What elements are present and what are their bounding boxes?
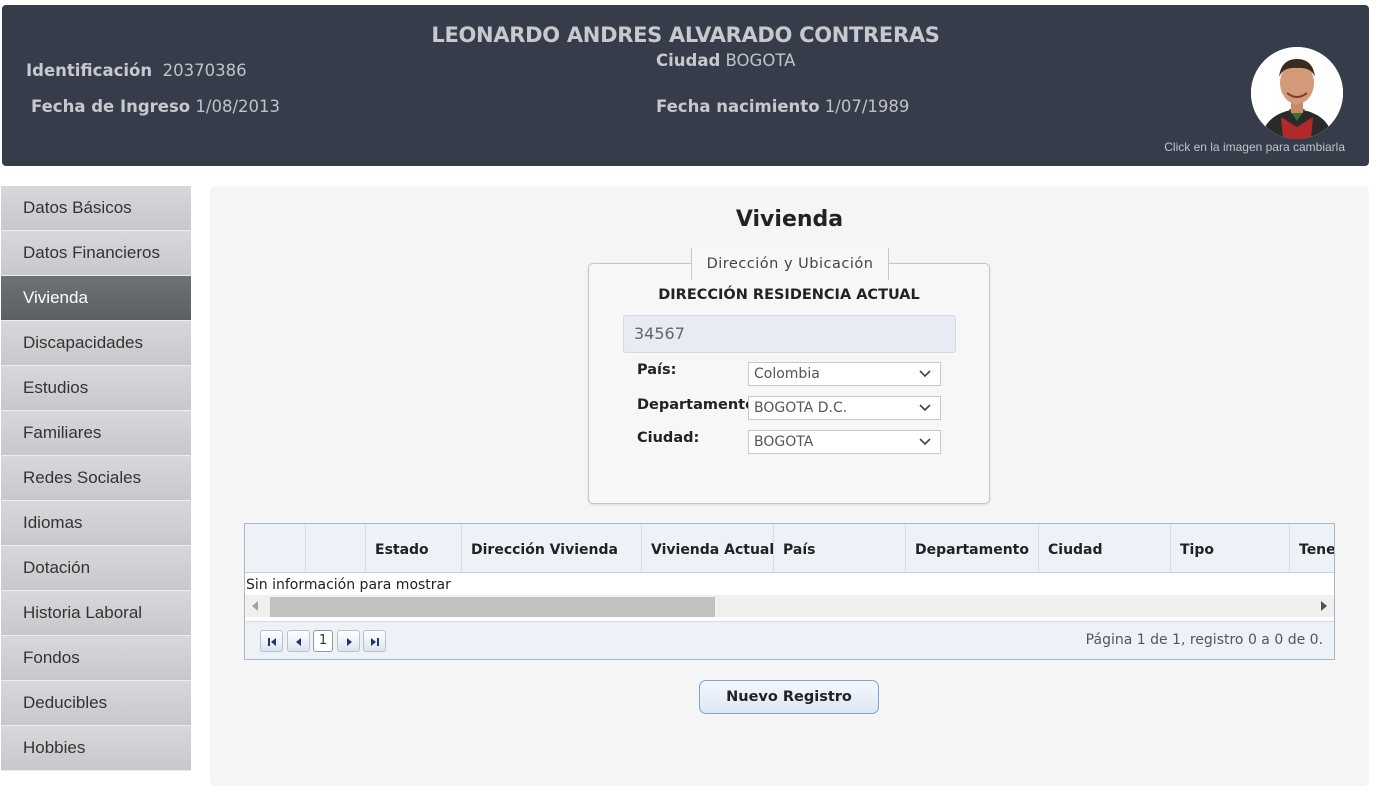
ciudad-field: Ciudad BOGOTA (656, 51, 795, 70)
column-header-blank-1[interactable] (245, 524, 306, 573)
departamento-select[interactable]: BOGOTA D.C. (748, 396, 941, 420)
first-page-icon (268, 638, 276, 646)
sidebar-item-discapacidades[interactable]: Discapacidades (1, 321, 191, 366)
ciudad-select-value: BOGOTA (754, 434, 814, 450)
chevron-down-icon (919, 370, 931, 378)
sidebar-nav: Datos Básicos Datos Financieros Vivienda… (1, 186, 191, 771)
sidebar-item-idiomas[interactable]: Idiomas (1, 501, 191, 546)
vivienda-grid: Estado Dirección Vivienda Vivienda Actua… (244, 523, 1335, 660)
ciudad-value: BOGOTA (725, 51, 796, 70)
ciudad-label: Ciudad (656, 51, 721, 70)
employee-header: LEONARDO ANDRES ALVARADO CONTRERAS Ident… (2, 5, 1369, 166)
sidebar-item-datos-basicos[interactable]: Datos Básicos (1, 186, 191, 231)
profile-photo-icon (1251, 47, 1343, 139)
sidebar-item-estudios[interactable]: Estudios (1, 366, 191, 411)
fecha-nacimiento-field: Fecha nacimiento 1/07/1989 (656, 97, 909, 116)
last-page-button[interactable] (363, 630, 386, 652)
sidebar-item-dotacion[interactable]: Dotación (1, 546, 191, 591)
sidebar-item-vivienda[interactable]: Vivienda (1, 276, 191, 321)
horizontal-scrollbar[interactable] (245, 595, 1334, 617)
scrollbar-thumb[interactable] (270, 597, 715, 617)
fieldset-heading: DIRECCIÓN RESIDENCIA ACTUAL (658, 287, 920, 303)
ciudad-label-field: Ciudad: (637, 430, 700, 446)
column-header-direccion-vivienda[interactable]: Dirección Vivienda (462, 524, 642, 573)
sidebar-item-familiares[interactable]: Familiares (1, 411, 191, 456)
scroll-right-icon[interactable] (1321, 601, 1327, 611)
sidebar-item-hobbies[interactable]: Hobbies (1, 726, 191, 771)
grid-pager: 1 Página 1 de 1, registro 0 a 0 de 0. (245, 621, 1334, 659)
column-header-vivienda-actual[interactable]: Vivienda Actual (642, 524, 774, 573)
identificacion-field: Identificación 20370386 (26, 61, 247, 80)
grid-header: Estado Dirección Vivienda Vivienda Actua… (245, 524, 1334, 573)
last-page-icon (371, 638, 379, 646)
address-input[interactable]: 34567 (623, 315, 956, 353)
page-number-input[interactable]: 1 (313, 630, 333, 652)
ciudad-select[interactable]: BOGOTA (748, 430, 941, 454)
sidebar-item-historia-laboral[interactable]: Historia Laboral (1, 591, 191, 636)
grid-empty-message: Sin información para mostrar (246, 577, 451, 593)
main-panel: Vivienda Dirección y Ubicación DIRECCIÓN… (210, 186, 1369, 786)
fecha-nacimiento-value: 1/07/1989 (824, 97, 910, 116)
address-fieldset: Dirección y Ubicación DIRECCIÓN RESIDENC… (588, 248, 990, 504)
pais-select[interactable]: Colombia (748, 362, 941, 386)
identificacion-label: Identificación (26, 61, 153, 80)
employee-name: LEONARDO ANDRES ALVARADO CONTRERAS (431, 23, 940, 47)
column-header-blank-2[interactable] (306, 524, 366, 573)
prev-page-icon (296, 638, 301, 646)
prev-page-button[interactable] (287, 630, 310, 652)
first-page-button[interactable] (260, 630, 283, 652)
column-header-ciudad[interactable]: Ciudad (1039, 524, 1171, 573)
nuevo-registro-button[interactable]: Nuevo Registro (699, 680, 879, 714)
fecha-nacimiento-label: Fecha nacimiento (656, 97, 820, 116)
page-info: Página 1 de 1, registro 0 a 0 de 0. (1085, 632, 1323, 648)
next-page-icon (347, 638, 352, 646)
departamento-select-value: BOGOTA D.C. (754, 400, 848, 416)
pais-label: País: (637, 362, 677, 378)
identificacion-value: 20370386 (162, 61, 247, 80)
fecha-ingreso-field: Fecha de Ingreso 1/08/2013 (31, 97, 280, 116)
departamento-label: Departamento: (637, 397, 761, 413)
sidebar-item-redes-sociales[interactable]: Redes Sociales (1, 456, 191, 501)
column-header-tener[interactable]: Tener (1290, 524, 1334, 573)
chevron-down-icon (919, 438, 931, 446)
fecha-ingreso-label: Fecha de Ingreso (31, 97, 191, 116)
next-page-button[interactable] (337, 630, 360, 652)
scroll-left-icon[interactable] (252, 601, 258, 611)
avatar-caption: Click en la imagen para cambiarla (1164, 140, 1345, 154)
sidebar-item-datos-financieros[interactable]: Datos Financieros (1, 231, 191, 276)
page-title: Vivienda (735, 207, 844, 232)
column-header-pais[interactable]: País (774, 524, 906, 573)
column-header-tipo[interactable]: Tipo (1171, 524, 1290, 573)
pais-select-value: Colombia (754, 366, 820, 382)
column-header-departamento[interactable]: Departamento (906, 524, 1039, 573)
column-header-estado[interactable]: Estado (366, 524, 462, 573)
sidebar-item-deducibles[interactable]: Deducibles (1, 681, 191, 726)
fieldset-legend: Dirección y Ubicación (691, 248, 889, 280)
fecha-ingreso-value: 1/08/2013 (195, 97, 280, 116)
avatar[interactable] (1251, 47, 1343, 139)
sidebar-item-fondos[interactable]: Fondos (1, 636, 191, 681)
chevron-down-icon (919, 404, 931, 412)
